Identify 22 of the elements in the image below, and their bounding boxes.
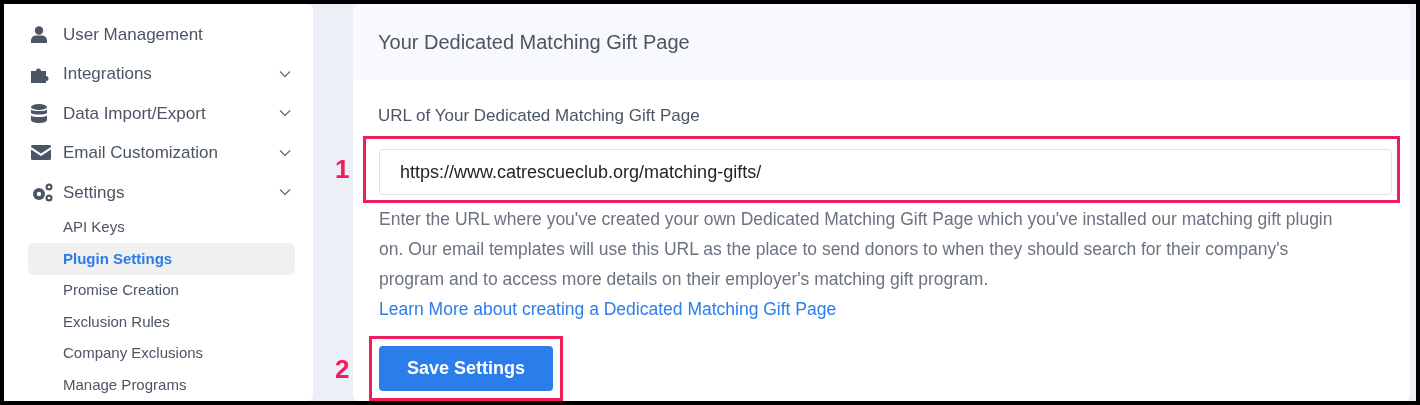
save-settings-button[interactable]: Save Settings <box>379 346 553 391</box>
sidebar-item[interactable]: Email Customization <box>63 140 218 166</box>
database-icon <box>31 103 47 123</box>
field-label: URL of Your Dedicated Matching Gift Page <box>377 104 700 127</box>
envelope-icon <box>31 145 51 161</box>
card-title: Your Dedicated Matching Gift Page <box>378 29 690 55</box>
sidebar-item[interactable]: Integrations <box>63 61 152 87</box>
user-icon <box>31 25 47 44</box>
url-input-field[interactable]: https://www.catrescueclub.org/matching-gifts/ <box>379 149 1392 195</box>
annotation-number: 2 <box>335 353 350 386</box>
sidebar-item[interactable]: Settings <box>63 179 125 205</box>
sidebar-subitem[interactable]: Promise Creation <box>28 274 295 307</box>
sidebar-subitem[interactable]: Manage Programs <box>28 369 295 401</box>
sidebar-subitem[interactable]: Company Exclusions <box>28 337 295 370</box>
help-text: Enter the URL where you've created your own Dedicated Matching Gift Page which you've installed our matching gift plugin on. Our email templates will use this URL as the place to send donors to when they should search for their company's program and to access more details on their employer's matching gift program. Learn More about creating a Dedicated Matching Gift Page <box>378 208 1334 321</box>
sidebar-subitem[interactable]: Exclusion Rules <box>28 306 295 338</box>
sidebar-subitem[interactable]: Plugin Settings <box>28 243 295 275</box>
annotation-number: 1 <box>335 153 350 186</box>
learn-more-link[interactable]: Learn More about creating a Dedicated Matching Gift Page <box>379 299 837 319</box>
sidebar-item[interactable]: User Management <box>63 21 203 48</box>
sidebar-item[interactable]: Data Import/Export <box>63 100 206 127</box>
sidebar-subitem[interactable]: API Keys <box>28 211 295 244</box>
